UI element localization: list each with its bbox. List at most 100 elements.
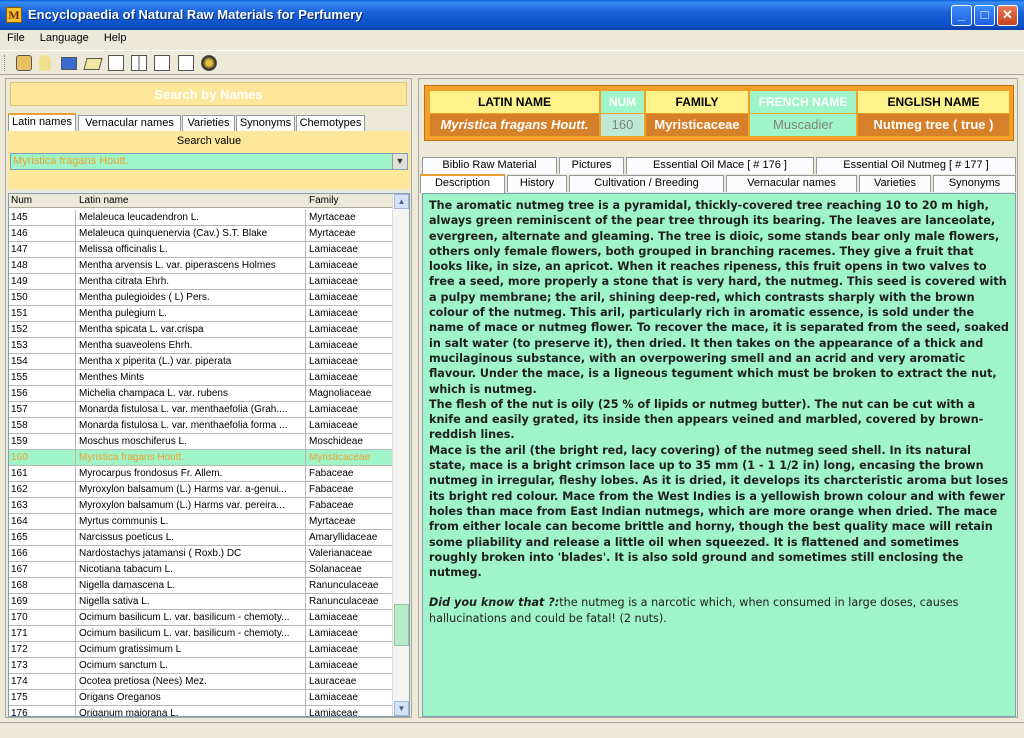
- header-french-name: FRENCH NAME: [750, 91, 856, 113]
- cell-family: Lauraceae: [309, 676, 357, 687]
- tab-essential-oil-mace[interactable]: Essential Oil Mace [ # 176 ]: [626, 157, 814, 174]
- table-row[interactable]: 166 Nardostachys jatamansi ( Roxb.) DC Val…: [9, 546, 392, 562]
- table-row[interactable]: 150 Mentha pulegioides ( L) Pers. Lamiacea…: [9, 290, 392, 306]
- table-row[interactable]: 170 Ocimum basilicum L. var. basilicum - …: [9, 610, 392, 626]
- cell-family: Lamiaceae: [309, 324, 358, 335]
- table-row[interactable]: 154 Mentha x piperita (L.) var. piperata L…: [9, 354, 392, 370]
- cell-latin-name: Moschus moschiferus L.: [79, 436, 187, 447]
- table-row[interactable]: 149 Mentha citrata Ehrh. Lamiaceae: [9, 274, 392, 290]
- table-row[interactable]: 152 Mentha spicata L. var.crispa Lamiaceae: [9, 322, 392, 338]
- table-row[interactable]: 176 Origanum majorana L. Lamiaceae: [9, 706, 392, 716]
- cell-num: 170: [11, 612, 28, 623]
- menu-language[interactable]: Language: [35, 30, 94, 44]
- columns-icon[interactable]: [131, 55, 147, 71]
- table-row[interactable]: 155 Menthes Mints Lamiaceae: [9, 370, 392, 386]
- tab-vernacular-names[interactable]: Vernacular names: [78, 115, 181, 132]
- globe-icon[interactable]: [201, 55, 217, 71]
- table-row[interactable]: 167 Nicotiana tabacum L. Solanaceae: [9, 562, 392, 578]
- cell-family: Fabaceae: [309, 500, 354, 511]
- table-row[interactable]: 168 Nigella damascena L. Ranunculaceae: [9, 578, 392, 594]
- table-row[interactable]: 147 Melissa officinalis L. Lamiaceae: [9, 242, 392, 258]
- search-value-combo[interactable]: Myristica fragans Houtt. ▼: [10, 153, 408, 170]
- cell-num: 174: [11, 676, 28, 687]
- table-row[interactable]: 146 Melaleuca quinquenervia (Cav.) S.T. B…: [9, 226, 392, 242]
- description-paragraph: The flesh of the nut is oily (25 % of li…: [429, 397, 984, 442]
- cell-num: 165: [11, 532, 28, 543]
- table-row[interactable]: 175 Origans Oreganos Lamiaceae: [9, 690, 392, 706]
- tab-essential-oil-nutmeg[interactable]: Essential Oil Nutmeg [ # 177 ]: [816, 157, 1016, 174]
- tab-varieties-detail[interactable]: Varieties: [859, 175, 931, 192]
- cell-latin-name: Mentha citrata Ehrh.: [79, 276, 170, 287]
- tab-chemotypes[interactable]: Chemotypes: [296, 115, 365, 132]
- table-row[interactable]: 173 Ocimum sanctum L. Lamiaceae: [9, 658, 392, 674]
- table-row[interactable]: 174 Ocotea pretiosa (Nees) Mez. Lauraceae: [9, 674, 392, 690]
- table-row[interactable]: 171 Ocimum basilicum L. var. basilicum - …: [9, 626, 392, 642]
- cell-latin-name: Myristica fragans Houtt.: [79, 452, 185, 463]
- cell-family: Myrtaceae: [309, 212, 356, 223]
- toolbar-grip[interactable]: [4, 55, 7, 71]
- tab-cultivation-breeding[interactable]: Cultivation / Breeding: [569, 175, 724, 192]
- table-row[interactable]: 156 Michelia champaca L. var. rubens Magno…: [9, 386, 392, 402]
- column-header-num[interactable]: Num: [11, 195, 32, 206]
- cell-latin-name: Mentha x piperita (L.) var. piperata: [79, 356, 232, 367]
- menu-help[interactable]: Help: [99, 30, 132, 44]
- tab-description[interactable]: Description: [420, 174, 505, 193]
- cell-num: 150: [11, 292, 28, 303]
- column-header-latin-name[interactable]: Latin name: [79, 195, 128, 206]
- tab-pictures[interactable]: Pictures: [559, 157, 624, 174]
- cell-latin-name: Myroxylon balsamum (L.) Harms var. perei…: [79, 500, 285, 511]
- window-icon[interactable]: [178, 55, 194, 71]
- cell-family: Lamiaceae: [309, 372, 358, 383]
- tab-biblio-raw-material[interactable]: Biblio Raw Material: [422, 157, 557, 174]
- table-row[interactable]: 159 Moschus moschiferus L. Moschideae: [9, 434, 392, 450]
- column-header-family[interactable]: Family: [309, 195, 338, 206]
- table-row[interactable]: 161 Myrocarpus frondosus Fr. Allem. Fabace…: [9, 466, 392, 482]
- grid-scrollbar[interactable]: ▲ ▼: [392, 194, 409, 716]
- cell-latin-name: Myrtus communis L.: [79, 516, 169, 527]
- search-value-area: Search value Myristica fragans Houtt. ▼: [8, 131, 410, 189]
- cell-latin-name: Nigella sativa L.: [79, 596, 150, 607]
- cell-family: Ranunculaceae: [309, 580, 379, 591]
- table-row[interactable]: 157 Monarda fistulosa L. var. menthaefoli…: [9, 402, 392, 418]
- tab-synonyms-detail[interactable]: Synonyms: [933, 175, 1016, 192]
- pin-icon[interactable]: [39, 55, 51, 71]
- cell-family: Lamiaceae: [309, 276, 358, 287]
- menu-file[interactable]: File: [2, 30, 30, 44]
- tab-varieties[interactable]: Varieties: [182, 115, 235, 132]
- cell-num: 168: [11, 580, 28, 591]
- frame-icon[interactable]: [108, 55, 124, 71]
- cell-family: Lamiaceae: [309, 420, 358, 431]
- table-row[interactable]: 163 Myroxylon balsamum (L.) Harms var. pe…: [9, 498, 392, 514]
- scroll-up-arrow-icon[interactable]: ▲: [394, 194, 409, 209]
- table-row[interactable]: 172 Ocimum gratissimum L Lamiaceae: [9, 642, 392, 658]
- notepad-icon[interactable]: [83, 58, 103, 70]
- scroll-down-arrow-icon[interactable]: ▼: [394, 701, 409, 716]
- chevron-down-icon[interactable]: ▼: [392, 154, 407, 169]
- tab-synonyms[interactable]: Synonyms: [236, 115, 295, 132]
- table-row[interactable]: 169 Nigella sativa L. Ranunculaceae: [9, 594, 392, 610]
- cell-family: Amaryllidaceae: [309, 532, 378, 543]
- table-row[interactable]: 148 Mentha arvensis L. var. piperascens H…: [9, 258, 392, 274]
- table-row[interactable]: 153 Mentha suaveolens Ehrh. Lamiaceae: [9, 338, 392, 354]
- grid-header: Num Latin name Family: [9, 194, 392, 208]
- expand-icon[interactable]: [154, 55, 170, 71]
- close-button[interactable]: ✕: [997, 5, 1018, 26]
- table-row[interactable]: 151 Mentha pulegium L. Lamiaceae: [9, 306, 392, 322]
- table-row[interactable]: 165 Narcissus poeticus L. Amaryllidaceae: [9, 530, 392, 546]
- book-icon[interactable]: [61, 57, 77, 70]
- table-row[interactable]: 158 Monarda fistulosa L. var. menthaefoli…: [9, 418, 392, 434]
- table-row[interactable]: 164 Myrtus communis L. Myrtaceae: [9, 514, 392, 530]
- scroll-thumb[interactable]: [394, 604, 409, 646]
- cell-num: 156: [11, 388, 28, 399]
- minimize-button[interactable]: _: [951, 5, 972, 26]
- description-text-area[interactable]: The aromatic nutmeg tree is a pyramidal,…: [422, 193, 1016, 717]
- table-row[interactable]: 160 Myristica fragans Houtt. Myristicaceae: [9, 450, 392, 466]
- maximize-button[interactable]: □: [974, 5, 995, 26]
- table-row[interactable]: 162 Myroxylon balsamum (L.) Harms var. a-…: [9, 482, 392, 498]
- tab-history[interactable]: History: [507, 175, 567, 192]
- cell-family: Fabaceae: [309, 468, 354, 479]
- person-icon[interactable]: [16, 55, 32, 71]
- table-row[interactable]: 145 Melaleuca leucadendron L. Myrtaceae: [9, 210, 392, 226]
- tab-latin-names[interactable]: Latin names: [8, 113, 76, 132]
- tab-vernacular-names-detail[interactable]: Vernacular names: [726, 175, 857, 192]
